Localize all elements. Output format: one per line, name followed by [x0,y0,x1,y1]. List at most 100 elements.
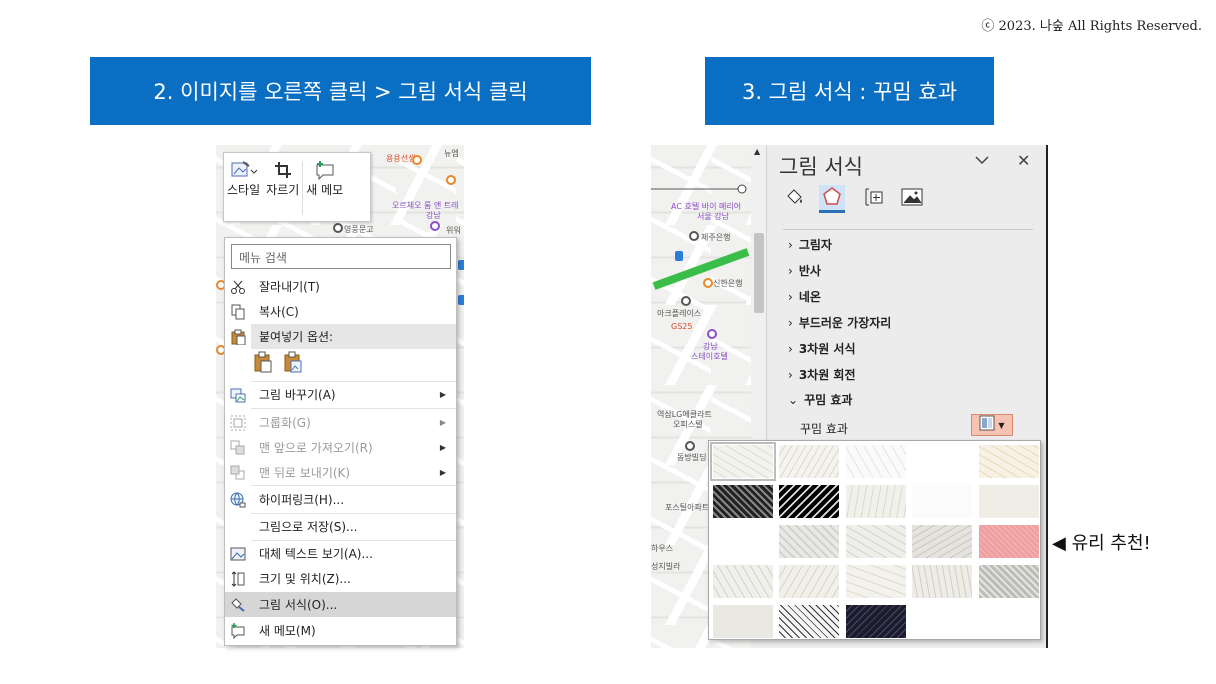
section-artistic-effects[interactable]: ⌄ 꾸밈 효과 [788,391,852,408]
scissors-icon [225,279,251,295]
effect-glow-edges-thumbnail[interactable] [846,605,906,638]
map-marker [689,231,699,241]
section-glow[interactable]: › 네온 [788,288,821,305]
map-label: 포스틸아파트 [665,503,710,512]
artistic-effect-icon [979,415,995,435]
map-label: 하우스 [651,544,674,553]
effect-paint-brush-thumbnail[interactable] [846,485,906,518]
style-icon [231,159,257,181]
step2-banner: 2. 이미지를 오른쪽 클릭 > 그림 서식 클릭 [90,57,591,125]
artistic-effects-dropdown[interactable]: ▼ [971,414,1013,436]
close-icon[interactable]: ✕ [1017,151,1030,170]
bus-stop-icon [458,295,464,305]
effect-plastic-wrap-thumbnail[interactable] [979,565,1039,598]
effect-mosaic-bubbles-thumbnail[interactable] [912,525,972,558]
effect-photocopy-thumbnail[interactable] [779,605,839,638]
copyright-notice: ⓒ 2023. 나숲 All Rights Reserved. [981,19,1202,34]
send-to-back-icon [225,465,251,481]
effect-crisscross-etching-thumbnail[interactable] [846,565,906,598]
section-3d-format[interactable]: › 3차원 서식 [788,340,856,357]
map-marker [681,296,691,306]
pane-scrollbar[interactable]: ▲ [751,145,767,445]
section-3d-rotation[interactable]: › 3차원 회전 [788,366,856,383]
scroll-up-icon[interactable]: ▲ [754,147,760,156]
effect-paint-strokes-thumbnail[interactable] [779,485,839,518]
crop-icon [274,159,292,181]
menu-item-new-memo[interactable]: 새 메모(M) [225,618,456,643]
menu-item-label: 새 메모(M) [259,624,316,638]
section-label: 네온 [798,290,821,304]
paste-as-picture-icon[interactable] [283,351,303,377]
menu-item-label: 맨 뒤로 보내기(K) [259,466,351,480]
menu-item-alt-text[interactable]: 대체 텍스트 보기(A)... [225,541,456,566]
alt-text-icon [225,546,251,562]
menu-item-label: 그림 서식(O)... [259,598,338,612]
tab-picture[interactable] [899,185,925,213]
context-menu: 메뉴 검색 잘라내기(T) 복사(C) 붙여넣기 옵션: 그림 바꾸기(A) ▶ [224,237,457,646]
new-comment-icon [314,159,336,181]
submenu-arrow-icon: ▶ [439,468,446,477]
picture-icon [901,187,923,211]
hyperlink-globe-icon [225,492,251,508]
chevron-down-icon[interactable] [975,153,989,169]
tab-effects[interactable] [819,185,845,213]
effect-line-drawing-thumbnail[interactable] [979,445,1039,478]
effect-cutout-thumbnail[interactable] [713,605,773,638]
map-label: 오피스텔 [673,420,703,429]
effect-marker-thumbnail[interactable] [779,445,839,478]
section-label: 반사 [798,264,821,278]
map-label: 서울 강남 [697,212,729,221]
style-button[interactable]: 스타일 [224,159,263,221]
effect-texturizer-thumbnail[interactable] [779,565,839,598]
effect-glass-thumbnail[interactable] [979,525,1039,558]
menu-item-copy[interactable]: 복사(C) [225,299,456,324]
bring-to-front-icon [225,440,251,456]
effect-chalk-sketch-thumbnail[interactable] [713,485,773,518]
menu-item-cut[interactable]: 잘라내기(T) [225,274,456,299]
section-reflection[interactable]: › 반사 [788,262,821,279]
effect-pastels-smooth-thumbnail[interactable] [912,565,972,598]
effect-blur-thumbnail[interactable] [979,485,1039,518]
menu-item-change-picture[interactable]: 그림 바꾸기(A) ▶ [225,382,456,407]
scroll-thumb[interactable] [754,233,764,313]
crop-button[interactable]: 자르기 [263,159,302,221]
map-marker [703,278,713,288]
effect-pencil-grayscale-thumbnail[interactable] [846,445,906,478]
tab-size-properties[interactable] [861,185,887,213]
size-position-icon [225,570,251,587]
section-soft-edges[interactable]: › 부드러운 가장자리 [788,314,891,331]
tab-fill-line[interactable] [782,185,808,213]
section-label: 그림자 [798,238,832,252]
menu-item-save-as-picture[interactable]: 그림으로 저장(S)... [225,514,456,539]
menu-item-format-picture[interactable]: 그림 서식(O)... [225,592,456,617]
effect-watercolor-sponge-thumbnail[interactable] [779,525,839,558]
menu-item-hyperlink[interactable]: 하이퍼링크(H)... [225,487,456,512]
menu-paste-options-header: 붙여넣기 옵션: [225,324,456,349]
chevron-right-icon: › [788,367,793,382]
divider [251,408,456,409]
effect-none-thumbnail[interactable] [710,442,776,481]
menu-item-label: 대체 텍스트 보기(A)... [259,547,373,561]
effect-film-grain-thumbnail[interactable] [846,525,906,558]
paint-bucket-icon [785,187,805,211]
menu-item-label: 맨 앞으로 가져오기(R) [259,441,373,455]
map-label: 위워 [446,226,461,235]
menu-item-label: 크기 및 위치(Z)... [259,572,351,586]
section-shadow[interactable]: › 그림자 [788,236,832,253]
section-label: 꾸밈 효과 [804,393,853,407]
effect-pencil-sketch-thumbnail[interactable] [912,445,972,478]
new-memo-button[interactable]: 새 메모 [303,159,346,221]
effect-light-screen-thumbnail[interactable] [713,525,773,558]
pane-title: 그림 서식 [779,155,863,179]
bus-stop-icon [675,251,683,261]
map-marker [412,155,422,165]
paste-options-row [253,351,303,377]
menu-item-size-position[interactable]: 크기 및 위치(Z)... [225,566,456,591]
divider [251,485,456,486]
effect-cement-thumbnail[interactable] [713,565,773,598]
paste-keep-formatting-icon[interactable] [253,351,273,377]
menu-item-label: 그림으로 저장(S)... [259,520,358,534]
map-marker [685,441,695,451]
menu-search-input[interactable]: 메뉴 검색 [231,244,451,269]
effect-glow-diffused-thumbnail[interactable] [912,485,972,518]
